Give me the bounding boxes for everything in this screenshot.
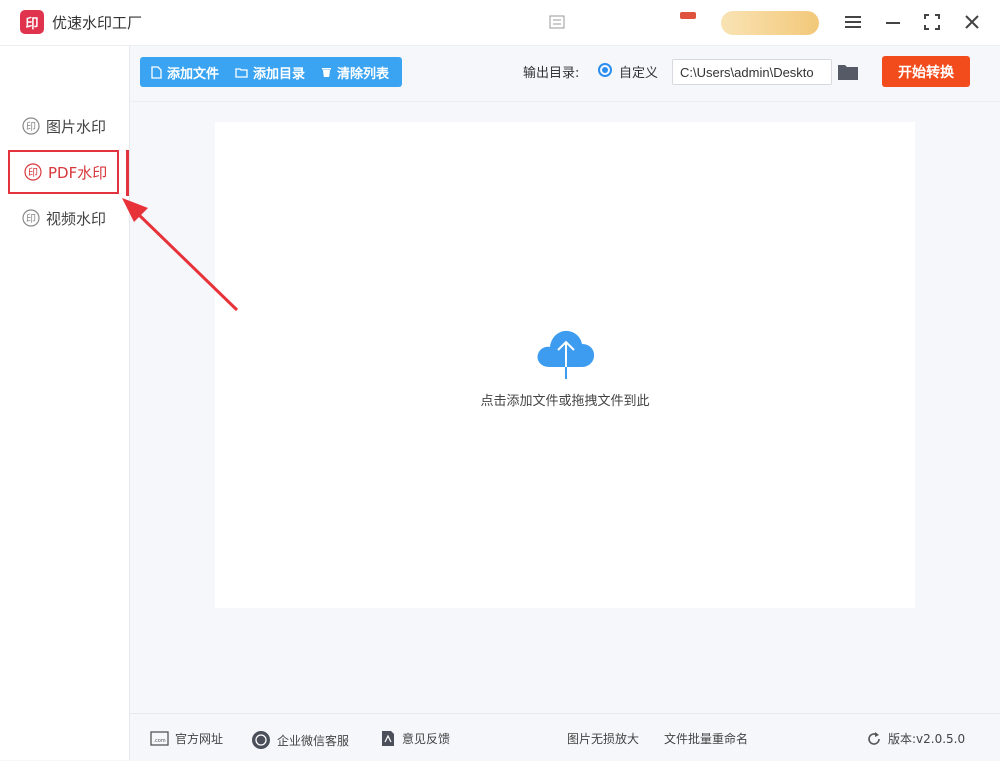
seal-outline-icon: 印 bbox=[24, 163, 42, 181]
clear-list-button[interactable]: 清除列表 bbox=[321, 63, 389, 82]
app-logo-icon: 印 bbox=[20, 10, 44, 34]
drop-hint-text: 点击添加文件或拖拽文件到此 bbox=[480, 394, 650, 409]
feedback-link[interactable]: 意见反馈 bbox=[380, 730, 450, 747]
svg-text:印: 印 bbox=[26, 121, 36, 133]
feedback-label: 意见反馈 bbox=[402, 732, 451, 746]
web-icon: .com bbox=[150, 731, 169, 746]
wechat-service-link[interactable]: 企业微信客服 bbox=[251, 730, 349, 750]
version-label: 版本:v2.0.5.0 bbox=[888, 732, 966, 746]
menu-icon[interactable] bbox=[842, 11, 864, 33]
start-convert-button[interactable]: 开始转换 bbox=[882, 56, 970, 87]
minimize-icon[interactable] bbox=[882, 11, 904, 33]
browse-folder-icon[interactable] bbox=[837, 62, 859, 82]
sidebar-item-image-watermark[interactable]: 印 图片水印 bbox=[8, 104, 119, 148]
website-label: 官方网址 bbox=[175, 732, 224, 746]
sidebar-item-pdf-watermark[interactable]: 印 PDF水印 bbox=[8, 150, 119, 194]
custom-output-label[interactable]: 自定义 bbox=[619, 62, 658, 81]
maximize-icon[interactable] bbox=[921, 11, 943, 33]
add-file-label: 添加文件 bbox=[167, 66, 220, 82]
seal-outline-icon: 印 bbox=[22, 117, 40, 135]
feedback-icon bbox=[382, 731, 394, 746]
refresh-icon bbox=[868, 731, 880, 745]
sidebar: 印 图片水印 印 PDF水印 印 视频水印 bbox=[0, 46, 130, 760]
close-icon[interactable] bbox=[961, 11, 983, 33]
footer-bar: .com 官方网址 企业微信客服 意见反馈 图片无损放大 文件批量重命名 版本:… bbox=[130, 713, 1000, 761]
custom-output-radio[interactable] bbox=[598, 63, 612, 77]
app-title: 优速水印工厂 bbox=[52, 14, 143, 32]
sidebar-item-label: 视频水印 bbox=[46, 209, 107, 228]
svg-text:.com: .com bbox=[153, 738, 165, 744]
seal-outline-icon: 印 bbox=[22, 209, 40, 227]
svg-text:印: 印 bbox=[28, 167, 38, 179]
output-dir-label: 输出目录: bbox=[523, 66, 580, 81]
file-icon bbox=[151, 65, 162, 79]
clear-list-label: 清除列表 bbox=[337, 66, 390, 82]
notification-icon[interactable] bbox=[680, 12, 696, 19]
folder-icon bbox=[235, 67, 248, 78]
title-bar: 印 优速水印工厂 bbox=[0, 0, 1000, 46]
file-toolbar: 添加文件 添加目录 清除列表 bbox=[140, 57, 402, 87]
app-logo-text: 印 bbox=[25, 16, 39, 32]
toolbar-divider bbox=[130, 101, 1000, 102]
version-info[interactable]: 版本:v2.0.5.0 bbox=[866, 730, 965, 747]
active-indicator bbox=[126, 150, 129, 196]
wechat-service-label: 企业微信客服 bbox=[277, 733, 350, 748]
sidebar-item-label: PDF水印 bbox=[48, 163, 108, 182]
sidebar-item-video-watermark[interactable]: 印 视频水印 bbox=[8, 196, 119, 240]
add-file-button[interactable]: 添加文件 bbox=[151, 63, 219, 82]
website-link[interactable]: .com 官方网址 bbox=[150, 730, 223, 747]
chat-icon bbox=[252, 731, 270, 749]
svg-text:印: 印 bbox=[26, 213, 36, 225]
image-enlarge-link[interactable]: 图片无损放大 bbox=[567, 730, 639, 747]
document-icon[interactable] bbox=[549, 15, 565, 29]
image-enlarge-label: 图片无损放大 bbox=[567, 732, 640, 746]
add-folder-button[interactable]: 添加目录 bbox=[235, 63, 305, 82]
batch-rename-label: 文件批量重命名 bbox=[664, 732, 749, 746]
trash-icon bbox=[322, 68, 332, 77]
batch-rename-link[interactable]: 文件批量重命名 bbox=[664, 730, 748, 747]
sidebar-item-label: 图片水印 bbox=[46, 117, 107, 136]
add-folder-label: 添加目录 bbox=[253, 66, 306, 82]
file-drop-area[interactable]: 点击添加文件或拖拽文件到此 bbox=[215, 122, 915, 608]
cloud-upload-icon bbox=[537, 330, 595, 379]
output-path-input[interactable] bbox=[672, 59, 832, 85]
vip-badge-button[interactable] bbox=[721, 11, 819, 35]
